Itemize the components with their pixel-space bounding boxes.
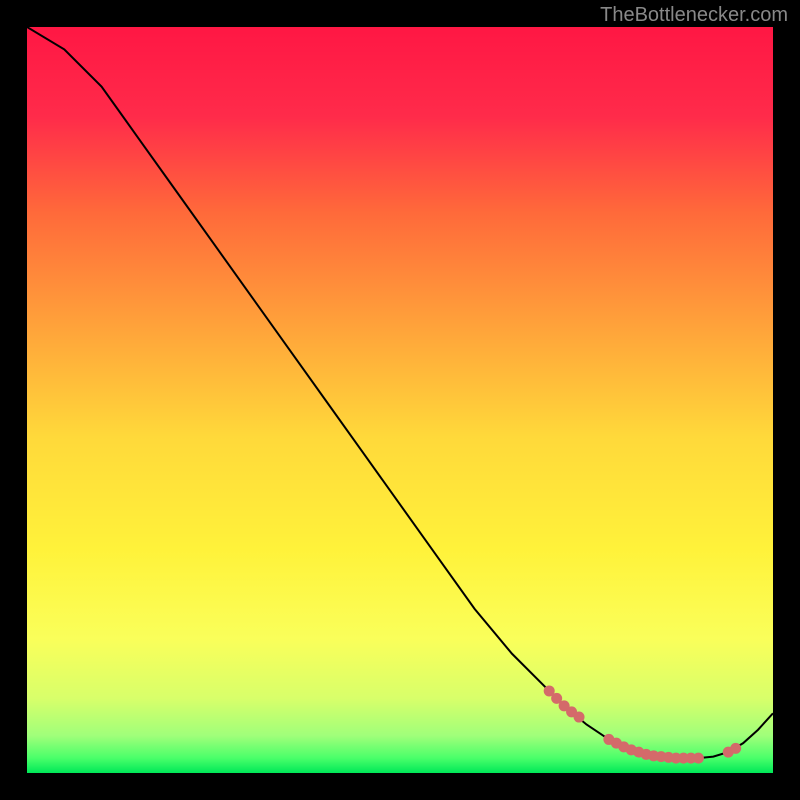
highlight-dot	[730, 743, 741, 754]
chart-svg	[27, 27, 773, 773]
attribution-label: TheBottlenecker.com	[600, 4, 788, 27]
plot-area	[27, 27, 773, 773]
chart-frame: TheBottlenecker.com	[0, 0, 800, 800]
highlight-dot	[574, 712, 585, 723]
highlight-dot	[693, 753, 704, 764]
